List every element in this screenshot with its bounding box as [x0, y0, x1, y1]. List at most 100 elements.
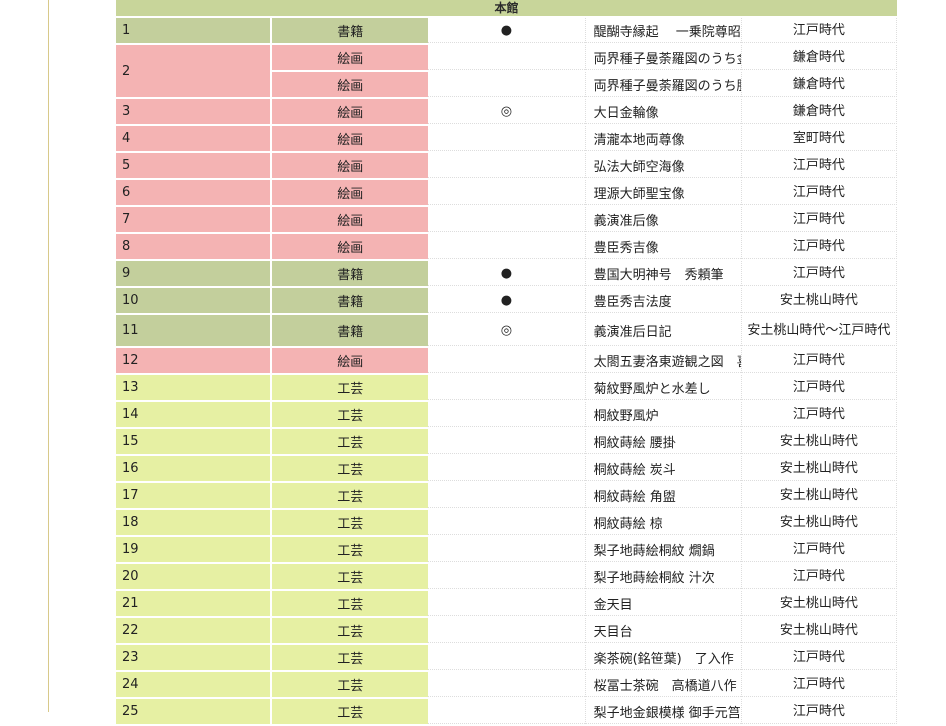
row-number: 24 [116, 672, 273, 697]
table-row: 18 工芸 桐紋蒔絵 椋安土桃山時代 [116, 510, 897, 535]
item-title: 桐紋蒔絵 炭斗 [584, 456, 741, 481]
item-title: 桐紋蒔絵 腰掛 [584, 429, 741, 454]
item-era: 安土桃山時代 [740, 510, 897, 535]
row-number: 7 [116, 207, 273, 232]
category-label: 工芸 [272, 564, 429, 589]
table-row: 23 工芸 楽茶碗(銘笹葉) 了入作 江戸時代 [116, 645, 897, 670]
item-era: 安土桃山時代 [740, 618, 897, 643]
designation-mark [428, 72, 585, 97]
item-era: 鎌倉時代 [740, 45, 897, 70]
item-era: 江戸時代 [740, 402, 897, 427]
table-row: 16 工芸 桐紋蒔絵 炭斗 安土桃山時代 [116, 456, 897, 481]
table-header-title: 本館 [116, 0, 897, 16]
designation-mark [428, 375, 585, 400]
row-number: 5 [116, 153, 273, 178]
item-title: 梨子地蒔絵桐紋 汁次 [584, 564, 741, 589]
item-era: 室町時代 [740, 126, 897, 151]
designation-mark [428, 456, 585, 481]
row-number: 23 [116, 645, 273, 670]
designation-mark [428, 591, 585, 616]
table-row: 6 絵画 理源大師聖宝像 江戸時代 [116, 180, 897, 205]
item-era: 江戸時代 [740, 234, 897, 259]
row-number: 22 [116, 618, 273, 643]
designation-mark [428, 45, 585, 70]
row-number: 11 [116, 315, 273, 346]
designation-mark [428, 207, 585, 232]
item-era: 江戸時代 [740, 645, 897, 670]
item-title: 桐紋野風炉 [584, 402, 741, 427]
designation-mark [428, 234, 585, 259]
table-row: 3 絵画 ◎ 大日金輪像 鎌倉時代 [116, 99, 897, 124]
item-era: 江戸時代 [740, 153, 897, 178]
item-title: 清瀧本地両尊像 [584, 126, 741, 151]
item-era: 江戸時代 [740, 18, 897, 43]
category-label: 工芸 [272, 672, 429, 697]
item-title: 梨子地蒔絵桐紋 燗鍋 [584, 537, 741, 562]
item-era: 江戸時代 [740, 348, 897, 373]
item-title: 醍醐寺縁起 一乗院尊昭法親王本 [584, 18, 741, 43]
item-era: 鎌倉時代 [740, 99, 897, 124]
table-row: 12絵画 太閤五妻洛東遊観之図 喜多川歌麿筆江戸時代 [116, 348, 897, 373]
item-title: 理源大師聖宝像 [584, 180, 741, 205]
row-number: 2 [116, 45, 273, 97]
designation-mark [428, 537, 585, 562]
item-title: 楽茶碗(銘笹葉) 了入作 [584, 645, 741, 670]
item-title: 桐紋蒔絵 角盥 [584, 483, 741, 508]
exhibit-list: 本館 1書籍●醍醐寺縁起 一乗院尊昭法親王本江戸時代2絵画両界種子曼荼羅図のうち… [116, 0, 897, 726]
table-row: 9 書籍 ● 豊国大明神号 秀頼筆 江戸時代 [116, 261, 897, 286]
row-number: 18 [116, 510, 273, 535]
row-number: 1 [116, 18, 273, 43]
item-era: 安土桃山時代～江戸時代 [740, 315, 897, 346]
item-era: 鎌倉時代 [740, 72, 897, 97]
designation-mark [428, 483, 585, 508]
category-label: 絵画 [272, 207, 429, 232]
item-era: 安土桃山時代 [740, 429, 897, 454]
category-label: 絵画 [272, 234, 429, 259]
row-number: 3 [116, 99, 273, 124]
item-title: 豊国大明神号 秀頼筆 [584, 261, 741, 286]
designation-mark [428, 429, 585, 454]
item-title: 天目台 [584, 618, 741, 643]
category-label: 書籍 [272, 18, 429, 43]
table-row: 2絵画 両界種子曼荼羅図のうち金剛界鎌倉時代 [116, 45, 897, 97]
item-title: 豊臣秀吉像 [584, 234, 741, 259]
designation-mark [428, 510, 585, 535]
designation-filled-circle-icon: ● [428, 288, 585, 313]
category-label: 絵画 [272, 72, 429, 97]
exhibit-table: 本館 1書籍●醍醐寺縁起 一乗院尊昭法親王本江戸時代2絵画両界種子曼荼羅図のうち… [116, 0, 897, 726]
row-number: 13 [116, 375, 273, 400]
table-row: 17 工芸 桐紋蒔絵 角盥 安土桃山時代 [116, 483, 897, 508]
table-row: 10 書籍 ● 豊臣秀吉法度 安土桃山時代 [116, 288, 897, 313]
row-number: 14 [116, 402, 273, 427]
category-label: 工芸 [272, 537, 429, 562]
item-era: 江戸時代 [740, 564, 897, 589]
item-title: 義演准后日記 [584, 315, 741, 346]
category-label: 絵画 [272, 180, 429, 205]
designation-mark [428, 564, 585, 589]
row-number: 17 [116, 483, 273, 508]
designation-filled-circle-icon: ● [428, 261, 585, 286]
category-label: 工芸 [272, 510, 429, 535]
designation-double-circle-icon: ◎ [428, 99, 585, 124]
item-title: 大日金輪像 [584, 99, 741, 124]
table-row: 13 工芸 菊紋野風炉と水差し 江戸時代 [116, 375, 897, 400]
category-label: 書籍 [272, 288, 429, 313]
row-number: 16 [116, 456, 273, 481]
table-row: 4 絵画 清瀧本地両尊像 室町時代 [116, 126, 897, 151]
row-number: 6 [116, 180, 273, 205]
table-row: 1書籍●醍醐寺縁起 一乗院尊昭法親王本江戸時代 [116, 18, 897, 43]
designation-mark [428, 180, 585, 205]
item-title: 両界種子曼荼羅図のうち胎蔵界 [584, 72, 741, 97]
item-era: 安土桃山時代 [740, 591, 897, 616]
designation-mark [428, 126, 585, 151]
table-row: 14 工芸 桐紋野風炉 江戸時代 [116, 402, 897, 427]
row-number: 20 [116, 564, 273, 589]
designation-mark [428, 402, 585, 427]
row-number: 10 [116, 288, 273, 313]
table-row: 7 絵画 義演准后像 江戸時代 [116, 207, 897, 232]
item-title: 弘法大師空海像 [584, 153, 741, 178]
designation-mark [428, 348, 585, 373]
table-row: 20 工芸 梨子地蒔絵桐紋 汁次 江戸時代 [116, 564, 897, 589]
table-row: 22 工芸 天目台 安土桃山時代 [116, 618, 897, 643]
category-label: 工芸 [272, 402, 429, 427]
